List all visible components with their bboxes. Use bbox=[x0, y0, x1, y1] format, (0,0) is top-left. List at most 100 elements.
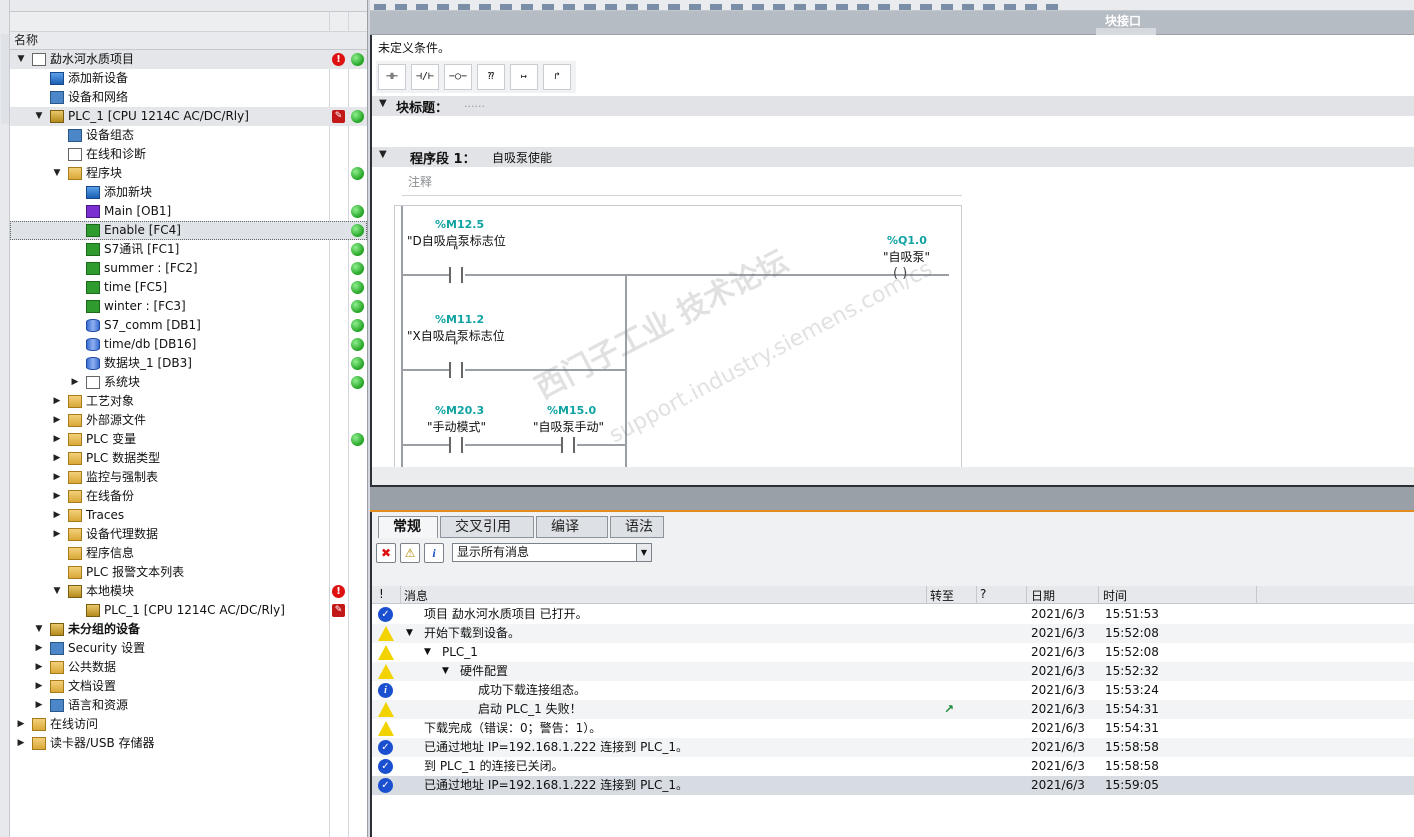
toolbar-icon[interactable] bbox=[479, 4, 491, 10]
tree-item[interactable]: PLC 报警文本列表 bbox=[10, 563, 367, 582]
expand-right-icon[interactable]: ▶ bbox=[52, 506, 62, 525]
expand-right-icon[interactable]: ▶ bbox=[34, 639, 44, 658]
col-header-message[interactable]: 消息 bbox=[404, 587, 428, 604]
block-interface-splitter[interactable] bbox=[1096, 28, 1156, 35]
tab-syntax[interactable]: 语法 bbox=[610, 516, 664, 538]
tree-item[interactable]: ▶ Traces bbox=[10, 506, 367, 525]
expand-down-icon[interactable]: ▼ bbox=[34, 107, 44, 126]
tree-item[interactable]: 添加新设备 bbox=[10, 69, 367, 88]
toolbar-icon[interactable] bbox=[983, 4, 995, 10]
tree-item[interactable]: ▶ 工艺对象 bbox=[10, 392, 367, 411]
tree-item[interactable]: time/db [DB16] bbox=[10, 335, 367, 354]
toolbar-icon[interactable] bbox=[458, 4, 470, 10]
tree-item[interactable]: ▼ PLC_1 [CPU 1214C AC/DC/Rly] ✎ bbox=[10, 107, 367, 126]
message-row[interactable]: 启动 PLC_1 失败！ ↗ 2021/6/3 15:54:31 bbox=[372, 700, 1414, 719]
tree-item[interactable]: ▶ 系统块 bbox=[10, 373, 367, 392]
tree-item[interactable]: ▶ 在线备份 bbox=[10, 487, 367, 506]
expand-right-icon[interactable]: ▶ bbox=[34, 677, 44, 696]
message-row[interactable]: ✓ 已通过地址 IP=192.168.1.222 连接到 PLC_1。 2021/6… bbox=[372, 776, 1414, 795]
toolbar-icon[interactable] bbox=[1004, 4, 1016, 10]
tree-item[interactable]: ▼ 勐水河水质项目! bbox=[10, 50, 367, 69]
tab-compile[interactable]: 编译 bbox=[536, 516, 608, 538]
expand-right-icon[interactable]: ▶ bbox=[52, 525, 62, 544]
output-coil-Q1.0[interactable]: ( ) bbox=[893, 266, 907, 281]
no-contact-M20.3[interactable] bbox=[449, 437, 463, 453]
expand-right-icon[interactable]: ▶ bbox=[34, 696, 44, 715]
tree-item[interactable]: ▶ 监控与强制表 bbox=[10, 468, 367, 487]
tree-item[interactable]: Main [OB1] bbox=[10, 202, 367, 221]
expand-down-icon[interactable]: ▼ bbox=[424, 643, 431, 662]
col-header-time[interactable]: 时间 bbox=[1103, 587, 1127, 604]
tree-item[interactable]: S7_comm [DB1] bbox=[10, 316, 367, 335]
toolbar-icon[interactable] bbox=[563, 4, 575, 10]
expand-right-icon[interactable]: ▶ bbox=[52, 411, 62, 430]
expand-right-icon[interactable]: ▶ bbox=[16, 734, 26, 753]
tab-cross-references[interactable]: 交叉引用 bbox=[440, 516, 534, 538]
toolbar-icon[interactable] bbox=[374, 4, 386, 10]
collapse-arrow-icon[interactable]: ▼ bbox=[379, 98, 387, 109]
col-header-bang[interactable]: ! bbox=[379, 587, 384, 601]
tree-item[interactable]: 程序信息 bbox=[10, 544, 367, 563]
tree-item[interactable]: ▶ 文档设置 bbox=[10, 677, 367, 696]
tree-header-name[interactable]: 名称 bbox=[10, 32, 367, 50]
toolbar-icon[interactable] bbox=[899, 4, 911, 10]
network-comment[interactable]: 注释 bbox=[402, 172, 962, 196]
toolbar-icon[interactable] bbox=[395, 4, 407, 10]
col-header-question[interactable]: ? bbox=[980, 587, 986, 601]
message-row[interactable]: ✓ 已通过地址 IP=192.168.1.222 连接到 PLC_1。 2021/6… bbox=[372, 738, 1414, 757]
lad-button-0[interactable]: ⊣⊢ bbox=[378, 64, 406, 90]
error-filter-icon[interactable]: ✖ bbox=[376, 543, 396, 563]
network-title[interactable]: 自吸泵使能 bbox=[492, 149, 552, 166]
toolbar-icon[interactable] bbox=[1046, 4, 1058, 10]
tree-item[interactable]: 在线和诊断 bbox=[10, 145, 367, 164]
message-filter-select[interactable]: 显示所有消息 ▼ bbox=[452, 543, 652, 562]
tree-item[interactable]: time [FC5] bbox=[10, 278, 367, 297]
expand-right-icon[interactable]: ▶ bbox=[52, 468, 62, 487]
message-row[interactable]: i 成功下载连接组态。 2021/6/3 15:53:24 bbox=[372, 681, 1414, 700]
expand-right-icon[interactable]: ▶ bbox=[52, 392, 62, 411]
warning-filter-icon[interactable]: ⚠ bbox=[400, 543, 420, 563]
toolbar-icon[interactable] bbox=[794, 4, 806, 10]
no-contact-M12.5[interactable] bbox=[449, 267, 463, 283]
expand-right-icon[interactable]: ▶ bbox=[16, 715, 26, 734]
expand-down-icon[interactable]: ▼ bbox=[406, 624, 413, 643]
toolbar-icon[interactable] bbox=[731, 4, 743, 10]
tree-item[interactable]: 设备和网络 bbox=[10, 88, 367, 107]
toolbar-icon[interactable] bbox=[878, 4, 890, 10]
tree-item[interactable]: 设备组态 bbox=[10, 126, 367, 145]
message-row[interactable]: ▼ PLC_1 2021/6/3 15:52:08 bbox=[372, 643, 1414, 662]
message-row[interactable]: ✓ 到 PLC_1 的连接已关闭。 2021/6/3 15:58:58 bbox=[372, 757, 1414, 776]
message-row[interactable]: ▼ 硬件配置 2021/6/3 15:52:32 bbox=[372, 662, 1414, 681]
toolbar-icon[interactable] bbox=[752, 4, 764, 10]
tree-item[interactable]: ▼ 程序块 bbox=[10, 164, 367, 183]
tree-item[interactable]: ▶ 语言和资源 bbox=[10, 696, 367, 715]
no-contact-M15.0[interactable] bbox=[561, 437, 575, 453]
tree-item[interactable]: ▼ 本地模块! bbox=[10, 582, 367, 601]
expand-down-icon[interactable]: ▼ bbox=[52, 582, 62, 601]
tree-item[interactable]: ▼ 未分组的设备 bbox=[10, 620, 367, 639]
network-1-header[interactable]: ▼ 程序段 1： 自吸泵使能 bbox=[372, 147, 1414, 167]
toolbar-icon[interactable] bbox=[416, 4, 428, 10]
toolbar-icon[interactable] bbox=[626, 4, 638, 10]
block-interface-bar[interactable]: 块接口 bbox=[370, 11, 1414, 35]
col-header-goto[interactable]: 转至 bbox=[930, 587, 954, 604]
tree-item[interactable]: 数据块_1 [DB3] bbox=[10, 354, 367, 373]
col-header-date[interactable]: 日期 bbox=[1031, 587, 1055, 604]
expand-down-icon[interactable]: ▼ bbox=[52, 164, 62, 183]
goto-arrow-icon[interactable]: ↗ bbox=[944, 700, 954, 719]
tree-item[interactable]: ▶ 在线访问 bbox=[10, 715, 367, 734]
tree-item[interactable]: ▶ PLC 数据类型 bbox=[10, 449, 367, 468]
toolbar-icon[interactable] bbox=[857, 4, 869, 10]
tree-item[interactable]: winter : [FC3] bbox=[10, 297, 367, 316]
toolbar-icon[interactable] bbox=[437, 4, 449, 10]
toolbar-icon[interactable] bbox=[647, 4, 659, 10]
lad-button-3[interactable]: ⁇ bbox=[477, 64, 505, 90]
tree-item[interactable]: ▶ 外部源文件 bbox=[10, 411, 367, 430]
tree-item[interactable]: ▶ 读卡器/USB 存储器 bbox=[10, 734, 367, 753]
tree-item[interactable]: S7通讯 [FC1] bbox=[10, 240, 367, 259]
toolbar-icon[interactable] bbox=[1025, 4, 1037, 10]
chevron-down-icon[interactable]: ▼ bbox=[636, 544, 651, 561]
lad-button-4[interactable]: ↦ bbox=[510, 64, 538, 90]
lad-button-5[interactable]: ↱ bbox=[543, 64, 571, 90]
editor-scroll-area[interactable] bbox=[372, 467, 1414, 485]
